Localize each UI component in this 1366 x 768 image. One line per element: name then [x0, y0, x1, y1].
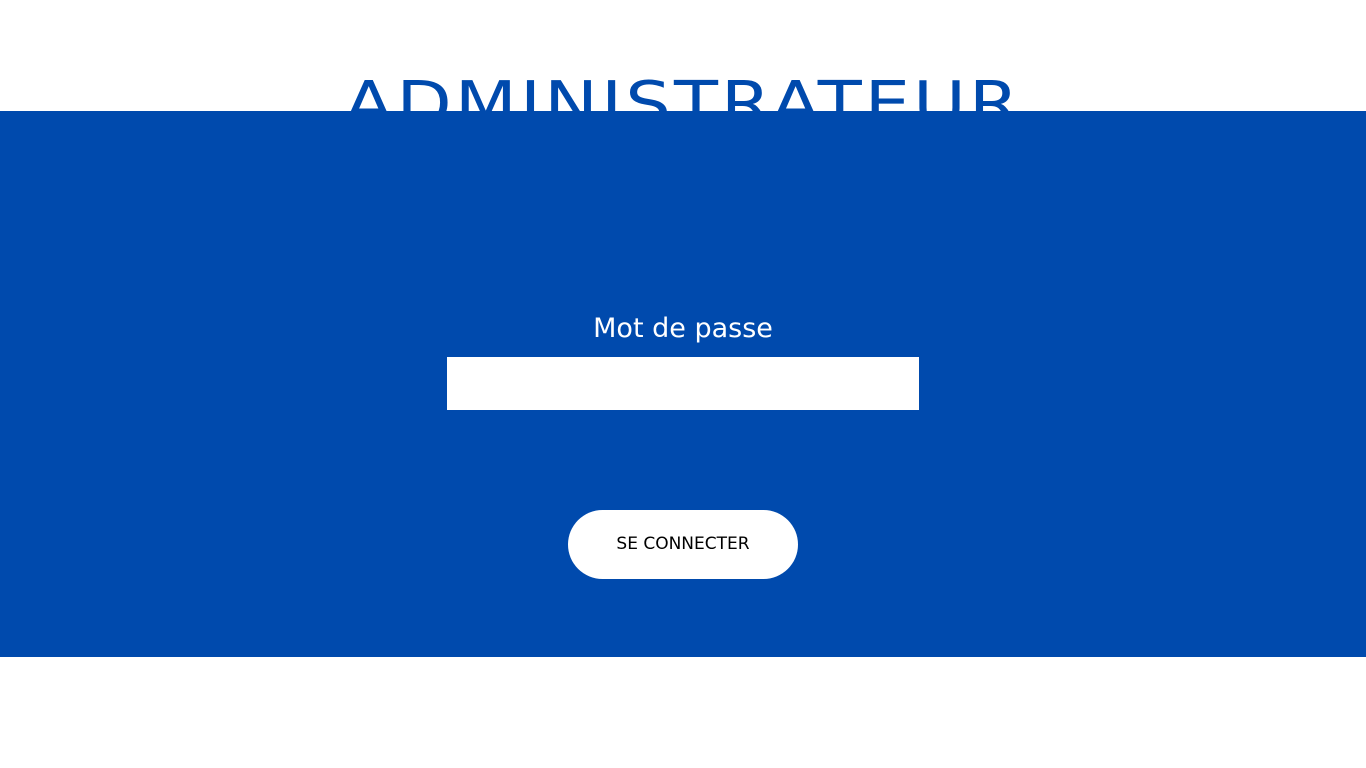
- header: ADMINISTRATEUR: [0, 0, 1366, 137]
- password-field[interactable]: [447, 357, 919, 410]
- login-panel: Mot de passe SE CONNECTER: [0, 111, 1366, 657]
- password-label: Mot de passe: [593, 313, 773, 344]
- admin-login-page: ADMINISTRATEUR Mot de passe SE CONNECTER: [0, 0, 1366, 768]
- connect-button[interactable]: SE CONNECTER: [568, 510, 798, 579]
